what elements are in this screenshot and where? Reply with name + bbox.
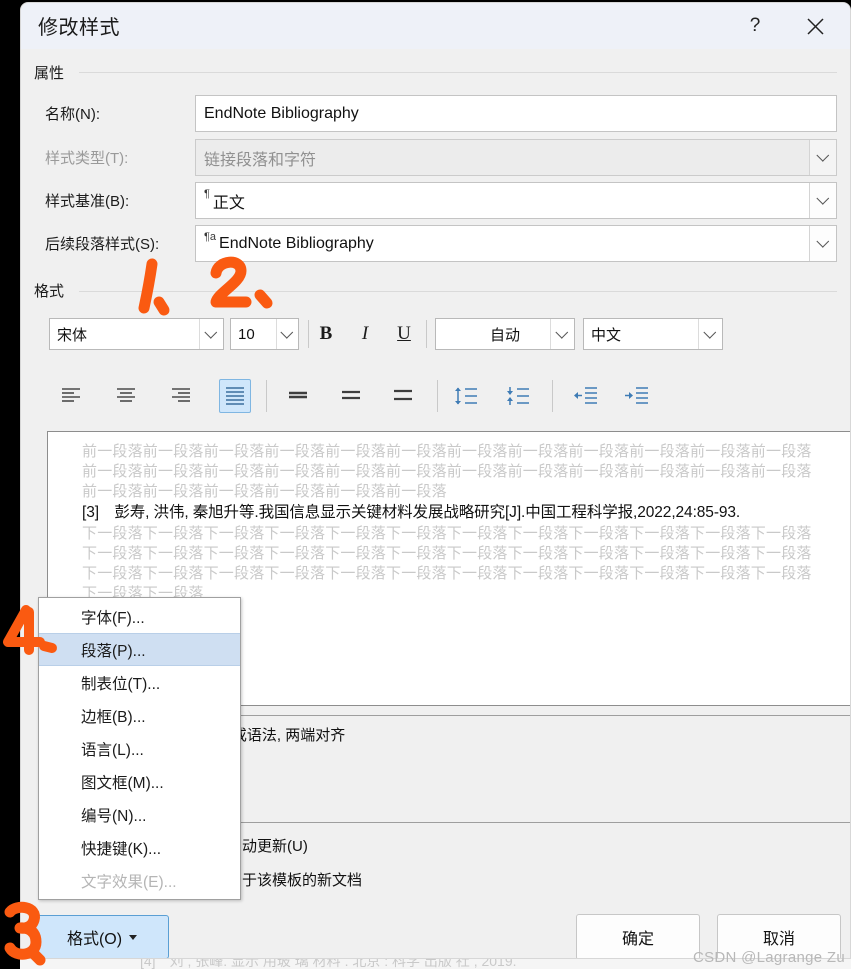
properties-group-label: 属性 <box>34 62 71 83</box>
style-base-select[interactable]: ¶ 正文 <box>195 182 837 219</box>
chevron-down-icon[interactable] <box>809 226 836 261</box>
bold-button[interactable]: B <box>311 319 341 349</box>
align-justify-icon[interactable] <box>219 379 251 413</box>
font-color-select[interactable]: 自动 <box>435 318 575 350</box>
toolbar-separator <box>426 320 427 348</box>
close-icon[interactable] <box>792 3 838 49</box>
watermark-text: CSDN @Lagrange Zu <box>692 949 845 966</box>
toolbar-separator <box>266 380 267 412</box>
dialog-title: 修改样式 <box>38 17 120 39</box>
language-select[interactable]: 中文 <box>583 318 723 350</box>
next-style-select[interactable]: ¶a EndNote Bibliography <box>195 225 837 262</box>
toolbar-separator <box>437 380 438 412</box>
style-type-label: 样式类型(T): <box>45 150 129 167</box>
format-button-label: 格式(O) <box>66 931 123 948</box>
menu-item-numbering[interactable]: 编号(N)... <box>39 798 240 831</box>
increase-paragraph-spacing-icon[interactable] <box>449 380 483 412</box>
preview-before-text: 前一段落前一段落前一段落前一段落前一段落前一段落前一段落前一段落前一段落前一段落… <box>82 443 812 500</box>
toolbar-separator <box>552 380 553 412</box>
name-input[interactable]: EndNote Bibliography <box>195 95 837 132</box>
decrease-indent-icon[interactable] <box>570 380 602 412</box>
menu-item-shortcut[interactable]: 快捷键(K)... <box>39 831 240 864</box>
menu-item-language[interactable]: 语言(L)... <box>39 732 240 765</box>
preview-sample-text: [3] 彭寿, 洪伟, 秦旭升等.我国信息显示关键材料发展战略研究[J].中国工… <box>82 504 741 521</box>
style-type-select[interactable]: 链接段落和字符 <box>195 139 837 176</box>
line-spacing-single-icon[interactable] <box>283 381 313 411</box>
style-type-value: 链接段落和字符 <box>204 151 317 169</box>
dialog-titlebar: 修改样式 ? <box>21 3 850 49</box>
chevron-down-icon[interactable] <box>199 319 223 349</box>
menu-item-tabs[interactable]: 制表位(T)... <box>39 666 240 699</box>
align-center-icon[interactable] <box>111 381 141 411</box>
preview-after-text: 下一段落下一段落下一段落下一段落下一段落下一段落下一段落下一段落下一段落下一段落… <box>82 525 812 602</box>
menu-item-border[interactable]: 边框(B)... <box>39 699 240 732</box>
properties-group-rule <box>79 72 837 73</box>
ok-button[interactable]: 确定 <box>576 914 700 958</box>
line-spacing-double-icon[interactable] <box>388 381 418 411</box>
menu-item-text-effects: 文字效果(E)... <box>81 873 177 891</box>
format-group-label: 格式 <box>34 280 71 301</box>
align-right-icon[interactable] <box>166 381 196 411</box>
new-documents-option[interactable]: 于该模板的新文档 <box>221 869 362 890</box>
chevron-down-icon[interactable] <box>809 183 836 218</box>
font-name-select[interactable]: 宋体 <box>49 318 224 350</box>
format-context-menu: 字体(F)... 段落(P)... 制表位(T)... 边框(B)... 语言(… <box>38 597 241 900</box>
chevron-down-icon[interactable] <box>276 319 298 349</box>
style-base-value: 正文 <box>212 194 245 212</box>
help-icon[interactable]: ? <box>732 3 778 49</box>
language-value: 中文 <box>591 326 622 344</box>
font-size-value: 10 <box>238 325 255 343</box>
chevron-down-icon[interactable] <box>809 140 836 175</box>
style-base-label: 样式基准(B): <box>45 193 130 210</box>
align-left-icon[interactable] <box>56 381 86 411</box>
font-size-select[interactable]: 10 <box>230 318 299 350</box>
auto-update-label: 动更新(U) <box>242 838 308 855</box>
name-field-label: 名称(N): <box>45 106 100 123</box>
font-name-value: 宋体 <box>57 326 88 344</box>
line-spacing-1-5-icon[interactable] <box>336 381 366 411</box>
chevron-down-icon[interactable] <box>698 319 722 349</box>
name-input-value: EndNote Bibliography <box>204 104 359 122</box>
menu-item-paragraph[interactable]: 段落(P)... <box>39 633 240 666</box>
next-style-label: 后续段落样式(S): <box>45 236 160 253</box>
menu-item-text-frame[interactable]: 图文框(M)... <box>39 765 240 798</box>
menu-item-font[interactable]: 字体(F)... <box>39 600 240 633</box>
pilcrow-icon: ¶ <box>204 188 210 200</box>
toolbar-separator <box>308 320 309 348</box>
next-style-value: EndNote Bibliography <box>219 234 374 252</box>
new-documents-label: 于该模板的新文档 <box>242 872 363 889</box>
screen-root: [4] 刘 , 张峰. 显示 用玻 璃 材料 . 北京 : 科学 出版 社 , … <box>0 0 851 969</box>
pilcrow-a-icon: ¶a <box>204 231 217 243</box>
format-group-rule <box>79 291 837 292</box>
underline-button[interactable]: U <box>389 319 419 349</box>
cancel-button-label: 取消 <box>762 931 795 948</box>
italic-button[interactable]: I <box>350 319 380 349</box>
increase-indent-icon[interactable] <box>621 380 653 412</box>
decrease-paragraph-spacing-icon[interactable] <box>501 380 535 412</box>
chevron-down-icon[interactable] <box>550 319 574 349</box>
format-button[interactable]: 格式(O) <box>35 915 169 958</box>
chevron-down-icon <box>129 934 138 940</box>
ok-button-label: 确定 <box>621 931 654 948</box>
